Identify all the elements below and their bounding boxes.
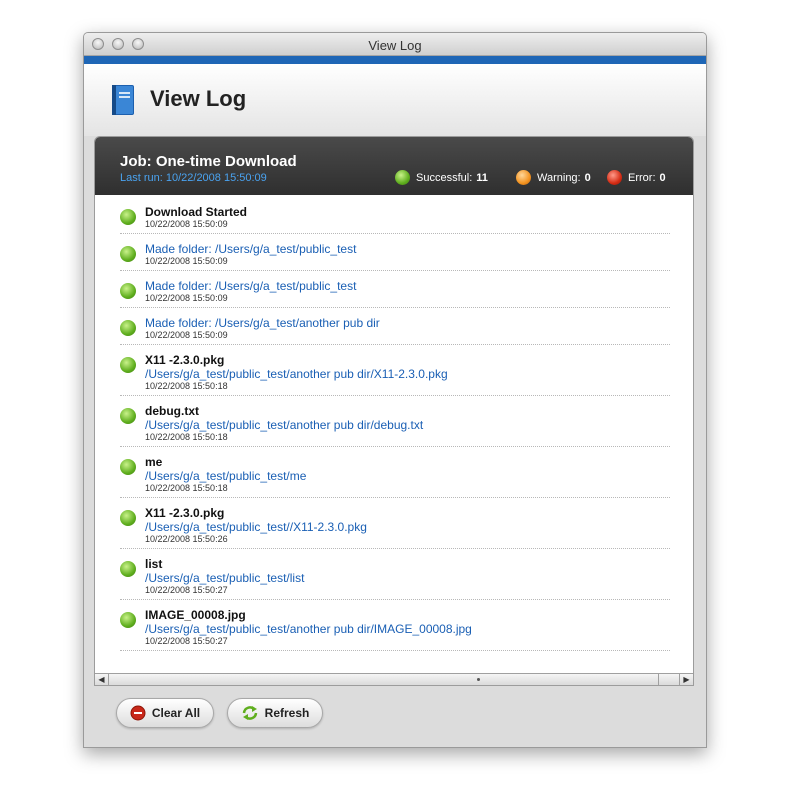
error-status-icon	[607, 170, 622, 185]
success-status-icon	[120, 357, 136, 373]
success-status-icon	[395, 170, 410, 185]
log-entry-path-link[interactable]: /Users/g/a_test/public_test/another pub …	[145, 367, 670, 381]
log-entry-path-link[interactable]: /Users/g/a_test/public_test/me	[145, 469, 670, 483]
success-status-icon	[120, 209, 136, 225]
log-entry-text: debug.txt/Users/g/a_test/public_test/ano…	[145, 404, 670, 443]
page-title: View Log	[150, 86, 247, 111]
warning-label: Warning:	[537, 171, 581, 184]
log-entry[interactable]: me/Users/g/a_test/public_test/me 10/22/20…	[120, 455, 670, 498]
log-entry-path-link[interactable]: /Users/g/a_test/public_test/list	[145, 571, 670, 585]
log-entry-text: X11 -2.3.0.pkg/Users/g/a_test/public_tes…	[145, 506, 670, 545]
log-entry-timestamp: 10/22/2008 15:50:09	[145, 256, 228, 266]
log-entry-title[interactable]: Made folder: /Users/g/a_test/another pub…	[145, 316, 670, 330]
log-entry-timestamp: 10/22/2008 15:50:18	[145, 483, 228, 493]
view-log-window: View Log View Log Job: One-time Download…	[83, 32, 707, 748]
error-label: Error:	[628, 171, 656, 184]
log-entry[interactable]: Made folder: /Users/g/a_test/public_test…	[120, 279, 670, 308]
success-status-icon	[120, 283, 136, 299]
job-header: Job: One-time Download Last run: 10/22/2…	[95, 137, 693, 195]
success-status-icon	[120, 408, 136, 424]
log-entry-text: Made folder: /Users/g/a_test/public_test…	[145, 242, 670, 267]
log-entry-text: Made folder: /Users/g/a_test/public_test…	[145, 279, 670, 304]
log-entry-title[interactable]: Made folder: /Users/g/a_test/public_test	[145, 279, 670, 293]
log-entry-timestamp: 10/22/2008 15:50:27	[145, 636, 228, 646]
log-entry-text: list/Users/g/a_test/public_test/list 10/2…	[145, 557, 670, 596]
log-panel: Job: One-time Download Last run: 10/22/2…	[94, 136, 694, 686]
log-entry-title[interactable]: Made folder: /Users/g/a_test/public_test	[145, 242, 670, 256]
horizontal-scrollbar[interactable]: ◀ ▶	[95, 673, 693, 685]
successful-count: 11	[476, 171, 488, 184]
success-status-icon	[120, 510, 136, 526]
log-entry-timestamp: 10/22/2008 15:50:18	[145, 432, 228, 442]
job-title: Job: One-time Download	[120, 153, 297, 170]
log-entry[interactable]: Download Started 10/22/2008 15:50:09	[120, 205, 670, 234]
log-entry-title: me	[145, 455, 163, 469]
successful-label: Successful:	[416, 171, 473, 184]
log-entry-title: X11 -2.3.0.pkg	[145, 506, 225, 520]
log-entry-title: list	[145, 557, 163, 571]
header: View Log	[84, 64, 706, 136]
title-bar[interactable]: View Log	[84, 33, 706, 56]
log-entry[interactable]: Made folder: /Users/g/a_test/another pub…	[120, 316, 670, 345]
log-entry[interactable]: debug.txt/Users/g/a_test/public_test/ano…	[120, 404, 670, 447]
log-entry-text: IMAGE_00008.jpg/Users/g/a_test/public_te…	[145, 608, 670, 647]
log-entry[interactable]: Made folder: /Users/g/a_test/public_test…	[120, 242, 670, 271]
success-status-icon	[120, 459, 136, 475]
log-entry-title: debug.txt	[145, 404, 199, 418]
refresh-button[interactable]: Refresh	[227, 698, 323, 728]
success-status-icon	[120, 320, 136, 336]
book-icon	[112, 85, 134, 115]
scroll-thumb[interactable]	[477, 678, 480, 681]
log-entry-path-link[interactable]: /Users/g/a_test/public_test//X11-2.3.0.p…	[145, 520, 670, 534]
accent-bar	[84, 56, 706, 64]
success-status-icon	[120, 246, 136, 262]
log-entry-timestamp: 10/22/2008 15:50:26	[145, 534, 228, 544]
successful-stat: Successful: 11	[395, 170, 488, 185]
log-entry-timestamp: 10/22/2008 15:50:18	[145, 381, 228, 391]
scroll-left-arrow-icon[interactable]: ◀	[95, 674, 109, 685]
log-entry-path-link[interactable]: /Users/g/a_test/public_test/another pub …	[145, 622, 670, 636]
log-entry-timestamp: 10/22/2008 15:50:09	[145, 293, 228, 303]
error-count: 0	[659, 171, 666, 184]
warning-status-icon	[516, 170, 531, 185]
log-entry-path-link[interactable]: /Users/g/a_test/public_test/another pub …	[145, 418, 670, 432]
log-entry-timestamp: 10/22/2008 15:50:09	[145, 219, 228, 229]
log-entry-title: Download Started	[145, 205, 248, 219]
success-status-icon	[120, 561, 136, 577]
log-entry-timestamp: 10/22/2008 15:50:09	[145, 330, 228, 340]
scrollbar-divider	[658, 674, 659, 685]
warning-stat: Warning: 0	[516, 170, 591, 185]
log-entry-timestamp: 10/22/2008 15:50:27	[145, 585, 228, 595]
log-entry[interactable]: X11 -2.3.0.pkg/Users/g/a_test/public_tes…	[120, 353, 670, 396]
clear-all-label: Clear All	[151, 706, 201, 720]
log-entry[interactable]: IMAGE_00008.jpg/Users/g/a_test/public_te…	[120, 608, 670, 651]
log-entry-list[interactable]: Download Started 10/22/2008 15:50:09 Made …	[95, 195, 693, 673]
scroll-right-arrow-icon[interactable]: ▶	[679, 674, 693, 685]
log-entry[interactable]: list/Users/g/a_test/public_test/list 10/2…	[120, 557, 670, 600]
log-entry-text: me/Users/g/a_test/public_test/me 10/22/20…	[145, 455, 670, 494]
error-stat: Error: 0	[607, 170, 666, 185]
minus-circle-icon	[130, 705, 146, 721]
log-entry-text: Made folder: /Users/g/a_test/another pub…	[145, 316, 670, 341]
log-entry[interactable]: X11 -2.3.0.pkg/Users/g/a_test/public_tes…	[120, 506, 670, 549]
window-title: View Log	[368, 38, 422, 53]
refresh-arrows-icon	[242, 706, 257, 720]
refresh-label: Refresh	[264, 706, 310, 720]
success-status-icon	[120, 612, 136, 628]
clear-all-button[interactable]: Clear All	[116, 698, 214, 728]
warning-count: 0	[584, 171, 591, 184]
log-entry-title: X11 -2.3.0.pkg	[145, 353, 225, 367]
log-entry-text: Download Started 10/22/2008 15:50:09	[145, 205, 670, 230]
log-entry-text: X11 -2.3.0.pkg/Users/g/a_test/public_tes…	[145, 353, 670, 392]
log-entry-title: IMAGE_00008.jpg	[145, 608, 246, 622]
last-run-link[interactable]: Last run: 10/22/2008 15:50:09	[120, 172, 267, 184]
